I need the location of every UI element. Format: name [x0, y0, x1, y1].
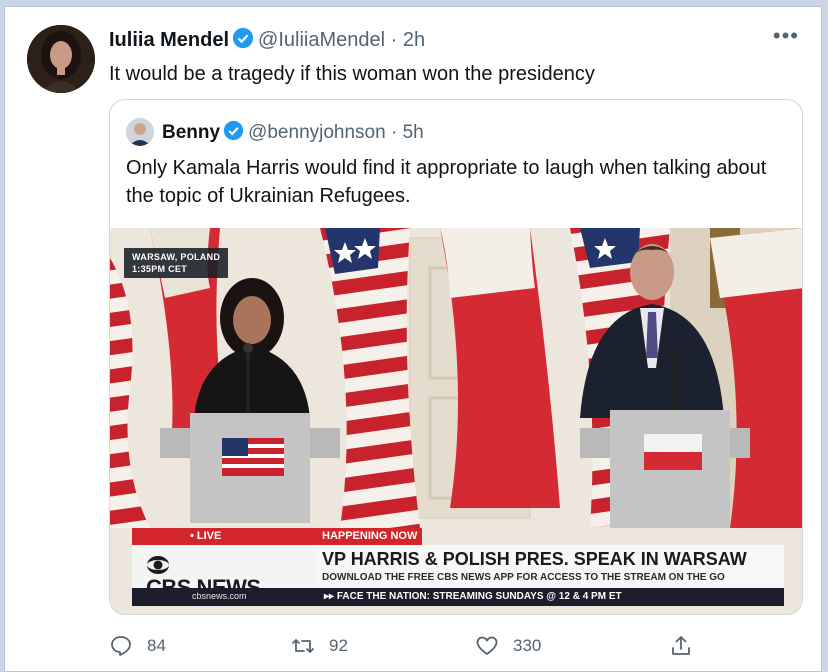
tweet-header: Iuliia Mendel @IuliiaMendel · 2h [109, 27, 425, 52]
tweet-actions: 84 92 330 [109, 631, 809, 661]
more-options-icon[interactable]: ••• [773, 23, 799, 49]
live-label: • LIVE [132, 528, 314, 545]
network-url: cbsnews.com [192, 591, 247, 601]
time-line: 1:35PM CET [132, 264, 188, 274]
location-line: WARSAW, POLAND [132, 252, 221, 262]
headline-box: VP HARRIS & POLISH PRES. SPEAK IN WARSAW… [314, 545, 784, 588]
like-count: 330 [513, 636, 542, 655]
author-name[interactable]: Iuliia Mendel [109, 29, 229, 51]
quoted-header: Benny @bennyjohnson · 5h [162, 120, 424, 144]
heart-icon [476, 636, 498, 655]
quoted-author-avatar[interactable] [126, 118, 154, 146]
share-button[interactable] [669, 631, 693, 661]
tweet-card[interactable]: Iuliia Mendel @IuliiaMendel · 2h ••• It w… [4, 6, 822, 672]
share-icon [672, 636, 690, 655]
separator-dot: · [390, 29, 398, 51]
like-button[interactable]: 330 [475, 631, 541, 661]
network-logo-box: CBS NEWS [132, 545, 314, 600]
reply-button[interactable]: 84 [109, 631, 166, 661]
tweet-time[interactable]: 2h [403, 29, 425, 51]
author-avatar[interactable] [27, 25, 95, 93]
ticker-text: ▸▸ FACE THE NATION: STREAMING SUNDAYS @ … [324, 591, 622, 602]
reply-count: 84 [147, 636, 166, 655]
location-badge: WARSAW, POLAND 1:35PM CET [124, 248, 229, 278]
reply-icon [111, 636, 131, 656]
news-subline: DOWNLOAD THE FREE CBS NEWS APP FOR ACCES… [322, 572, 725, 583]
news-headline: VP HARRIS & POLISH PRES. SPEAK IN WARSAW [322, 549, 747, 569]
tweet-text: It would be a tragedy if this woman won … [109, 63, 595, 85]
video-player[interactable]: WARSAW, POLAND 1:35PM CET • LIVE HAPPENI… [110, 228, 802, 614]
retweet-count: 92 [329, 636, 348, 655]
cbs-eye-icon [147, 556, 169, 574]
quoted-author-name[interactable]: Benny [162, 122, 220, 143]
happening-now-label: HAPPENING NOW [314, 528, 422, 545]
author-handle[interactable]: @IuliiaMendel [258, 29, 385, 51]
retweet-icon [292, 639, 314, 653]
quoted-tweet-time[interactable]: 5h [403, 122, 424, 143]
verified-badge-icon [232, 27, 254, 49]
separator-dot: · [390, 122, 398, 143]
verified-badge-icon [223, 120, 244, 141]
quoted-tweet[interactable]: Benny @bennyjohnson · 5h Only Kamala Harr… [109, 99, 803, 615]
quoted-author-handle[interactable]: @bennyjohnson [248, 122, 386, 143]
quoted-tweet-text: Only Kamala Harris would find it appropr… [126, 157, 767, 207]
retweet-button[interactable]: 92 [291, 631, 348, 661]
ticker-bar: cbsnews.com ▸▸ FACE THE NATION: STREAMIN… [132, 588, 784, 606]
